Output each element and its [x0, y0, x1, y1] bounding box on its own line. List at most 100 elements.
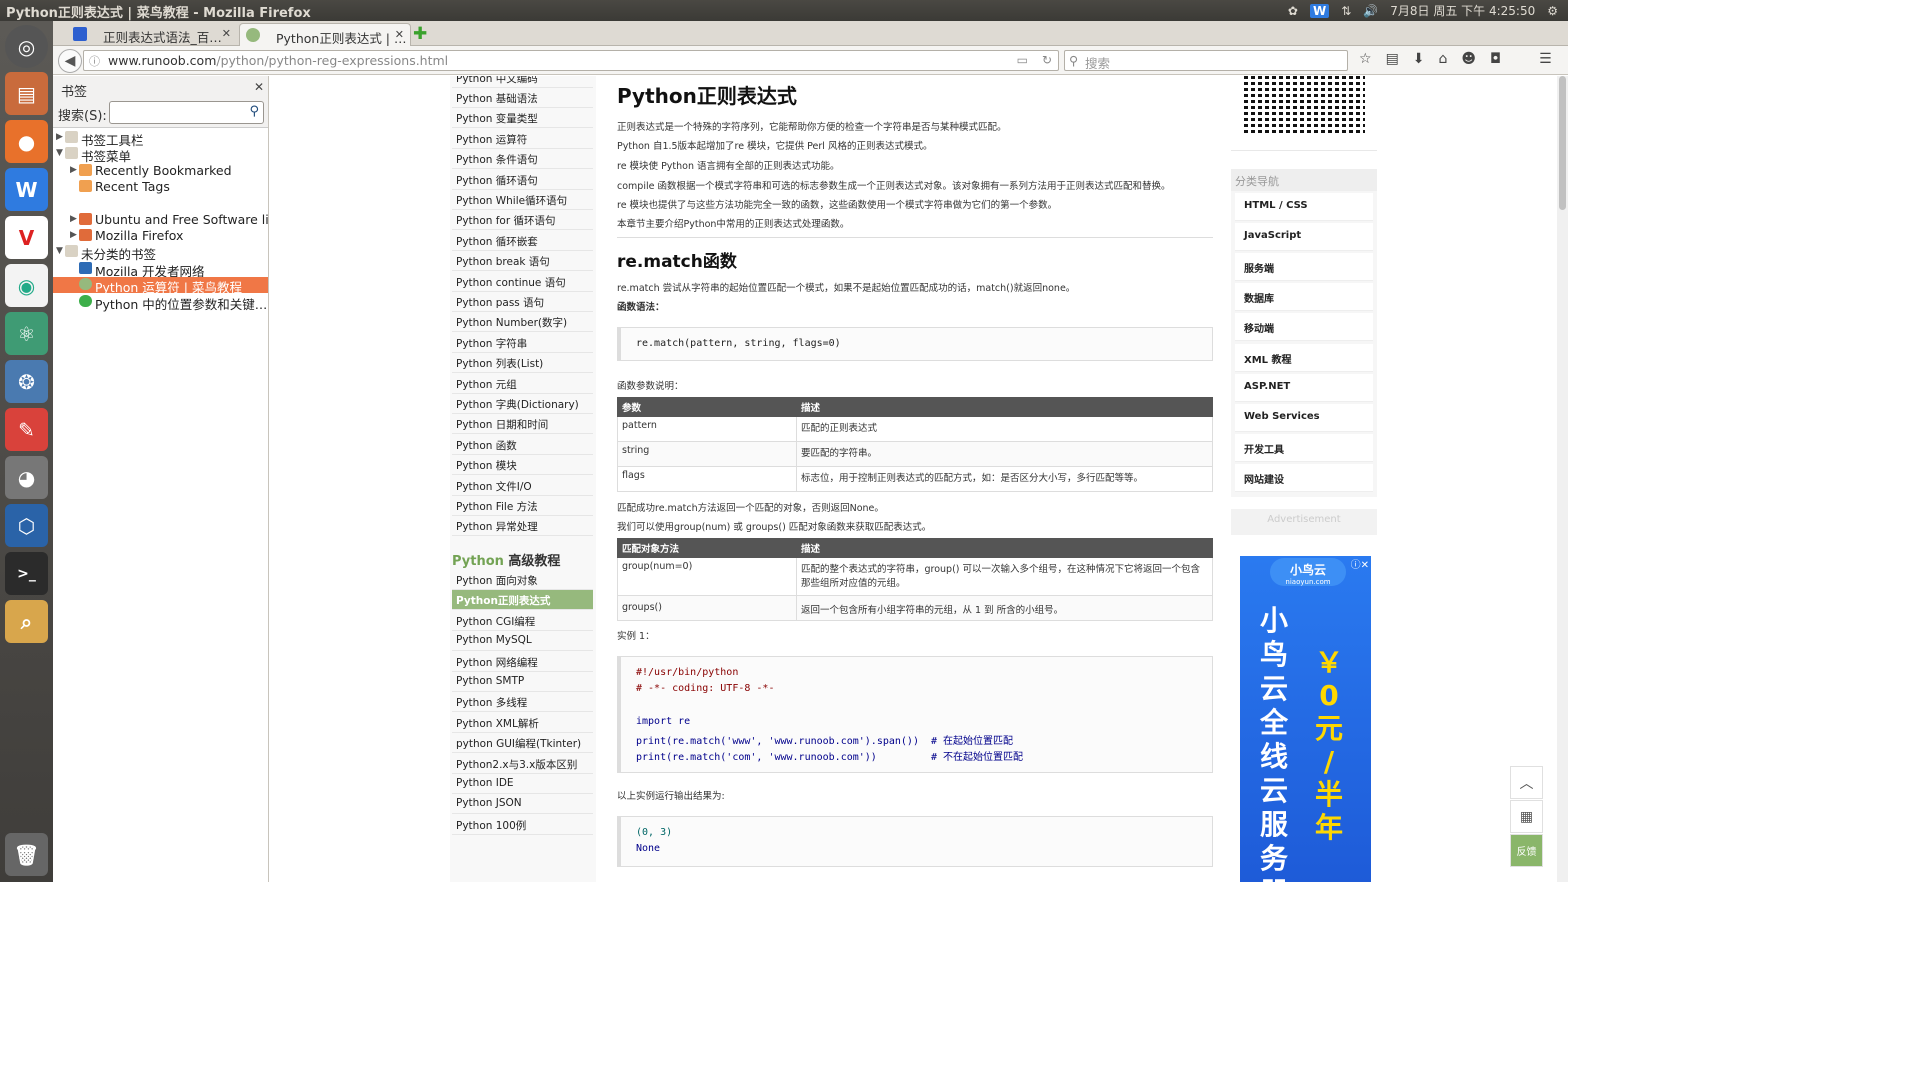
files-icon[interactable]: ▤ — [5, 72, 48, 115]
gimp-icon[interactable]: ◕ — [5, 456, 48, 499]
atom-icon[interactable]: ⚛ — [5, 312, 48, 355]
menu-item[interactable]: Python 异常处理 — [452, 516, 593, 537]
feedback-button[interactable]: 反馈 — [1510, 834, 1543, 867]
chevron-down-icon[interactable]: ▼ — [56, 148, 63, 158]
pocket-icon[interactable]: ◘ — [1490, 51, 1501, 67]
bookmark-folder-menu[interactable]: ▼ 书签菜单 — [53, 146, 268, 164]
category-link[interactable]: XML 教程 — [1235, 343, 1373, 372]
category-link[interactable]: 开发工具 — [1235, 433, 1373, 462]
category-link[interactable]: Web Services — [1235, 403, 1373, 432]
page-scrollbar[interactable] — [1557, 76, 1568, 882]
menu-item[interactable]: Python 基础语法 — [452, 88, 593, 108]
menu-item[interactable]: Python continue 语句 — [452, 272, 593, 292]
chrome-icon[interactable]: ◉ — [5, 264, 48, 307]
home-icon[interactable]: ⌂ — [1439, 51, 1448, 67]
tab-python-regex[interactable]: Python正则表达式 | … ✕ — [239, 23, 411, 46]
volume-icon[interactable]: 🔊 — [1363, 4, 1378, 18]
bookmark-search-input[interactable]: ⚲ — [109, 101, 264, 124]
bookmark-star-icon[interactable]: ☆ — [1359, 51, 1372, 67]
menu-item[interactable]: Python 多线程 — [452, 692, 593, 713]
close-icon[interactable]: ✕ — [395, 28, 404, 41]
menu-item[interactable]: Python MySQL — [452, 631, 593, 652]
menu-item[interactable]: Python break 语句 — [452, 251, 593, 272]
menu-item[interactable]: Python 100例 — [452, 815, 593, 835]
menu-item[interactable]: Python XML解析 — [452, 713, 593, 733]
bookmarks-list-icon[interactable]: ▤ — [1386, 51, 1399, 67]
menu-item[interactable]: Python 列表(List) — [452, 353, 593, 374]
terminal-icon[interactable]: >_ — [5, 552, 48, 595]
chevron-right-icon[interactable]: ▶ — [56, 132, 63, 142]
category-link[interactable]: 移动端 — [1235, 313, 1373, 342]
menu-item[interactable]: Python 网络编程 — [452, 652, 593, 672]
reader-view-icon[interactable]: ▭ — [1017, 53, 1028, 67]
notification-icon[interactable]: ✿ — [1288, 4, 1298, 18]
menu-item[interactable]: Python for 循环语句 — [452, 210, 593, 231]
new-tab-icon[interactable]: ✚ — [413, 24, 427, 44]
menu-item[interactable]: Python 循环嵌套 — [452, 231, 593, 251]
info-icon[interactable]: ⓘ — [89, 53, 100, 69]
wps-icon[interactable]: W — [1309, 3, 1330, 18]
menu-item[interactable]: Python 条件语句 — [452, 149, 593, 170]
downloads-icon[interactable]: ⬇ — [1413, 51, 1425, 67]
menu-item[interactable]: Python While循环语句 — [452, 190, 593, 210]
chevron-right-icon[interactable]: ▶ — [70, 214, 77, 224]
menu-item[interactable]: python GUI编程(Tkinter) — [452, 733, 593, 754]
menu-item[interactable]: Python 模块 — [452, 455, 593, 476]
url-bar[interactable]: ⓘ www.runoob.com/python/python-reg-expre… — [83, 50, 1059, 71]
menu-item[interactable]: Python 字符串 — [452, 333, 593, 353]
menu-item[interactable]: Python 字典(Dictionary) — [452, 394, 593, 414]
bookmark-recent-tags[interactable]: Recent Tags — [53, 179, 268, 195]
wps-writer-icon[interactable]: W — [5, 168, 48, 211]
bookmark-recently-bookmarked[interactable]: ▶ Recently Bookmarked — [53, 163, 268, 179]
chat-icon[interactable]: ☻ — [1461, 51, 1476, 67]
menu-item-active[interactable]: Python正则表达式 — [452, 590, 593, 611]
menu-item[interactable]: Python 面向对象 — [452, 570, 593, 590]
advertisement-banner[interactable]: 小鸟云niaoyun.com ⓘ✕ 小鸟云全线云服务器 ￥0元/半年 — [1240, 556, 1371, 882]
virtualbox-icon[interactable]: ⬡ — [5, 504, 48, 547]
firefox-icon[interactable]: ● — [5, 120, 48, 163]
close-icon[interactable]: ⓘ✕ — [1351, 556, 1369, 571]
menu-item[interactable]: Python CGI编程 — [452, 611, 593, 631]
clock[interactable]: 7月8日 周五 下午 4:25:50 — [1390, 2, 1535, 19]
menu-item[interactable]: Python 日期和时间 — [452, 414, 593, 435]
bookmark-item-python-operators[interactable]: Python 运算符 | 菜鸟教程 — [53, 277, 268, 295]
menu-item[interactable]: Python pass 语句 — [452, 292, 593, 312]
document-viewer-icon[interactable]: ✎ — [5, 408, 48, 451]
close-icon[interactable]: ✕ — [222, 27, 231, 40]
qrcode-icon[interactable]: ▦ — [1510, 800, 1543, 833]
category-link[interactable]: 网站建设 — [1235, 463, 1373, 492]
menu-item[interactable]: Python 变量类型 — [452, 108, 593, 129]
menu-item[interactable]: Python JSON — [452, 794, 593, 815]
chevron-down-icon[interactable]: ▼ — [56, 246, 63, 256]
menu-item[interactable]: Python 循环语句 — [452, 170, 593, 190]
category-link[interactable]: ASP.NET — [1235, 373, 1373, 402]
search-input[interactable]: ⚲ 搜索 — [1064, 50, 1348, 71]
menu-icon[interactable]: ☰ — [1539, 51, 1552, 67]
category-link[interactable]: JavaScript — [1235, 223, 1373, 252]
dash-icon[interactable]: ◎ — [5, 25, 48, 68]
reload-icon[interactable]: ↻ — [1042, 53, 1052, 67]
close-icon[interactable]: ✕ — [254, 80, 264, 94]
menu-item[interactable]: Python SMTP — [452, 672, 593, 692]
chevron-right-icon[interactable]: ▶ — [70, 165, 77, 175]
settings-gear-icon[interactable]: ⚙ — [1547, 4, 1558, 18]
category-link[interactable]: 服务端 — [1235, 253, 1373, 282]
app-swirl-icon[interactable]: ❂ — [5, 360, 48, 403]
category-link[interactable]: 数据库 — [1235, 283, 1373, 312]
menu-item[interactable]: Python 中文编码 — [452, 76, 593, 88]
menu-item[interactable]: Python Number(数字) — [452, 312, 593, 333]
menu-item[interactable]: Python File 方法 — [452, 496, 593, 516]
back-arrow-icon[interactable]: ◀ — [58, 49, 82, 73]
scroll-top-icon[interactable]: ︿ — [1510, 766, 1543, 799]
scrollbar-thumb[interactable] — [1559, 76, 1566, 210]
menu-item[interactable]: Python2.x与3.x版本区别 — [452, 754, 593, 774]
bookmark-folder-unsorted[interactable]: ▼ 未分类的书签 — [53, 244, 268, 262]
menu-item[interactable]: Python 运算符 — [452, 129, 593, 149]
tab-regex-syntax[interactable]: 正则表达式语法_百… ✕ — [67, 23, 237, 46]
screenshot-icon[interactable]: ⌕ — [5, 600, 48, 643]
menu-item[interactable]: Python 元组 — [452, 374, 593, 394]
bookmark-folder-toolbar[interactable]: ▶ 书签工具栏 — [53, 130, 268, 148]
vnc-icon[interactable]: V — [5, 216, 48, 259]
bookmark-item-python-args[interactable]: Python 中的位置参数和关键… — [53, 294, 268, 312]
trash-icon[interactable]: 🗑 — [5, 833, 48, 876]
